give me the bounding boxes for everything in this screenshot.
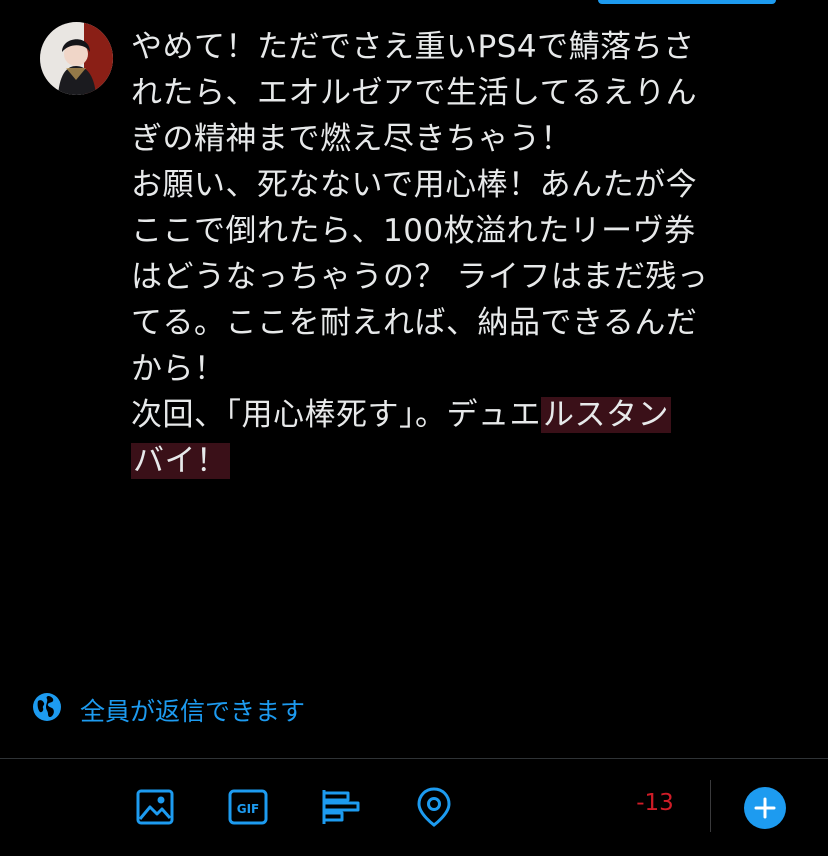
globe-icon (32, 692, 62, 728)
reply-permission-label: 全員が返信できます (80, 697, 306, 726)
compose-line: やめて！ただでさえ重いPS4で鯖落ちさ (131, 29, 695, 65)
gif-icon[interactable]: GIF (226, 785, 270, 829)
toolbar-separator (710, 780, 711, 832)
poll-icon[interactable] (319, 785, 363, 829)
compose-text-normal: 次回、「用心棒死す」。デュエ (131, 397, 541, 433)
reply-permission-button[interactable]: 全員が返信できます (32, 692, 305, 728)
compose-line: ぎの精神まで燃え尽きちゃう！ (131, 121, 572, 157)
over-limit-highlight: ルスタン (541, 397, 671, 433)
add-tweet-button[interactable] (744, 787, 786, 829)
plus-icon (754, 797, 776, 819)
compose-line: てる。ここを耐えれば、納品できるんだ (131, 305, 698, 341)
image-icon[interactable] (133, 785, 177, 829)
tweet-compose-text[interactable]: やめて！ただでさえ重いPS4で鯖落ちさ れたら、エオルゼアで生活してるえりん ぎ… (131, 24, 803, 484)
avatar[interactable] (40, 22, 113, 95)
compose-line: ここで倒れたら、100枚溢れたリーヴ券 (131, 213, 696, 249)
compose-line: お願い、死なないで用心棒！あんたが今 (131, 167, 698, 203)
compose-line: れたら、エオルゼアで生活してるえりん (131, 75, 698, 111)
audio-space-icon[interactable] (40, 785, 84, 829)
compose-line: から！ (131, 351, 226, 387)
gif-label: GIF (237, 802, 260, 816)
location-icon[interactable] (412, 785, 456, 829)
over-limit-highlight: バイ！ (131, 443, 230, 479)
compose-line: はどうなっちゃうの？ ライフはまだ残っ (131, 259, 709, 295)
compose-line: 次回、「用心棒死す」。デュエルスタン (131, 392, 803, 438)
compose-line: バイ！ (131, 438, 803, 484)
character-counter: -13 (636, 790, 674, 816)
toolbar-divider (0, 758, 828, 759)
top-action-button-edge[interactable] (598, 0, 776, 4)
